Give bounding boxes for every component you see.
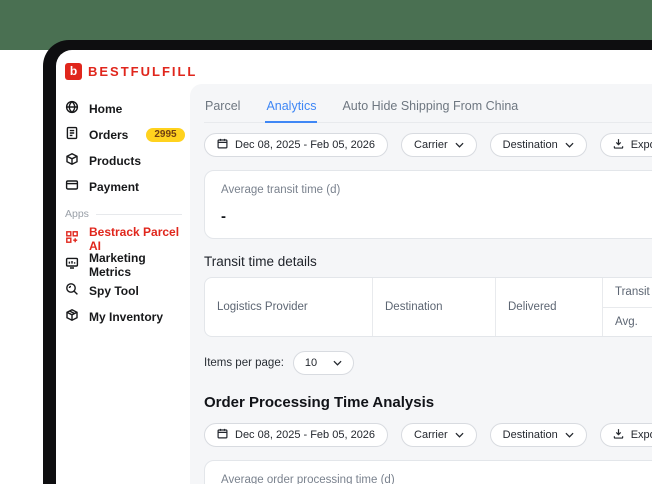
items-per-page-label: Items per page: (204, 357, 284, 369)
tab-bar: Parcel Analytics Auto Hide Shipping From… (204, 92, 652, 123)
column-header-transit-time: Transit tim (603, 278, 652, 308)
orders-count-badge: 2995 (146, 128, 185, 142)
order-processing-filter-row: Dec 08, 2025 - Feb 05, 2026 Carrier Dest… (204, 423, 652, 447)
date-range-value: Dec 08, 2025 - Feb 05, 2026 (235, 429, 376, 441)
order-processing-title: Order Processing Time Analysis (204, 394, 435, 411)
items-per-page-value: 10 (304, 357, 318, 369)
brand-logo-text: BESTFULFILL (88, 63, 198, 79)
brand-logo-icon: b (65, 62, 82, 80)
carrier-dropdown-label: Carrier (414, 429, 448, 441)
column-header-logistics-provider: Logistics Provider (205, 278, 373, 336)
marketing-metrics-icon (65, 256, 79, 275)
date-range-picker[interactable]: Dec 08, 2025 - Feb 05, 2026 (204, 423, 389, 447)
app-screen: b BESTFULFILL Home Orders 2995 Products … (56, 50, 652, 484)
sidebar-item-label: My Inventory (89, 310, 164, 324)
average-order-processing-time-card: Average order processing time (d) - (204, 460, 652, 484)
page-background: b BESTFULFILL Home Orders 2995 Products … (0, 0, 652, 484)
chevron-down-icon (455, 139, 464, 151)
sidebar-item-spy-tool[interactable]: Spy Tool (65, 278, 190, 304)
destination-dropdown[interactable]: Destination (489, 133, 587, 157)
pagination-row: Items per page: 10 (204, 351, 652, 375)
card-label: Average order processing time (d) (221, 474, 395, 484)
sidebar-section-apps: Apps (65, 208, 190, 220)
sidebar-item-label: Bestrack Parcel AI (89, 225, 180, 253)
export-button-label: Export (630, 139, 652, 151)
sidebar-item-label: Home (89, 102, 123, 116)
destination-dropdown-label: Destination (502, 139, 558, 151)
tab-parcel[interactable]: Parcel (204, 92, 241, 122)
destination-dropdown[interactable]: Destination (489, 423, 587, 447)
sidebar-item-marketing-metrics[interactable]: Marketing Metrics (65, 251, 190, 279)
sidebar-item-label: Spy Tool (89, 284, 139, 298)
sidebar: Home Orders 2995 Products Payment Apps B… (56, 84, 190, 484)
column-header-destination: Destination (373, 278, 496, 336)
carrier-dropdown-label: Carrier (414, 139, 448, 151)
parcel-ai-grid-icon (65, 230, 79, 249)
sidebar-item-orders[interactable]: Orders 2995 (65, 122, 190, 148)
date-range-picker[interactable]: Dec 08, 2025 - Feb 05, 2026 (204, 133, 389, 157)
sidebar-item-label: Marketing Metrics (89, 251, 146, 279)
column-header-transit-time-group: Transit tim Avg. (603, 278, 652, 336)
carrier-dropdown[interactable]: Carrier (401, 133, 477, 157)
download-icon (613, 138, 624, 152)
products-box-icon (65, 152, 79, 171)
date-range-value: Dec 08, 2025 - Feb 05, 2026 (235, 139, 376, 151)
sidebar-item-bestrack-parcel-ai[interactable]: Bestrack Parcel AI (65, 225, 190, 253)
transit-table-title: Transit time details (204, 254, 317, 269)
sidebar-item-payment[interactable]: Payment (65, 174, 190, 200)
sidebar-item-label: Products (89, 154, 142, 168)
column-header-avg: Avg. (615, 315, 638, 328)
sidebar-item-home[interactable]: Home (65, 96, 190, 122)
sidebar-item-label: Orders (89, 128, 129, 142)
carrier-dropdown[interactable]: Carrier (401, 423, 477, 447)
tab-analytics[interactable]: Analytics (265, 92, 318, 123)
calendar-icon (217, 428, 228, 442)
inventory-box-icon (65, 308, 79, 327)
export-button[interactable]: Export (599, 133, 652, 157)
tab-auto-hide-shipping[interactable]: Auto Hide Shipping From China (341, 92, 519, 122)
destination-dropdown-label: Destination (502, 429, 558, 441)
home-globe-icon (65, 100, 79, 119)
app-body: Home Orders 2995 Products Payment Apps B… (56, 84, 652, 484)
payment-card-icon (65, 178, 79, 197)
items-per-page-select[interactable]: 10 (292, 351, 355, 375)
calendar-icon (217, 138, 228, 152)
card-value: - (221, 208, 226, 225)
main-panel: Parcel Analytics Auto Hide Shipping From… (190, 84, 652, 484)
sidebar-item-products[interactable]: Products (65, 148, 190, 174)
export-button[interactable]: Export (599, 423, 652, 447)
column-header-delivered: Delivered (496, 278, 603, 336)
section-divider (95, 213, 182, 215)
chevron-down-icon (455, 429, 464, 441)
transit-filter-row: Dec 08, 2025 - Feb 05, 2026 Carrier Dest… (204, 133, 652, 157)
card-label: Average transit time (d) (221, 184, 341, 196)
sidebar-item-my-inventory[interactable]: My Inventory (65, 304, 190, 330)
average-transit-time-card: Average transit time (d) - (204, 170, 652, 239)
spy-magnifier-icon (65, 282, 79, 301)
export-button-label: Export (630, 429, 652, 441)
chevron-down-icon (565, 139, 574, 151)
chevron-down-icon (565, 429, 574, 441)
chevron-down-icon (333, 357, 342, 369)
apps-section-label: Apps (65, 208, 89, 220)
device-frame: b BESTFULFILL Home Orders 2995 Products … (43, 40, 652, 484)
sidebar-item-label: Payment (89, 180, 140, 194)
download-icon (613, 428, 624, 442)
transit-time-table: Logistics Provider Destination Delivered… (204, 277, 652, 337)
brand-logo: b BESTFULFILL (56, 50, 652, 84)
orders-doc-icon (65, 126, 79, 145)
